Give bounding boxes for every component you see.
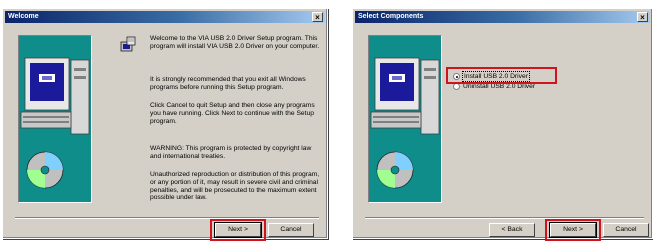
welcome-instructions-text: Click Cancel to quit Setup and then clos…	[150, 102, 315, 125]
close-icon: ×	[315, 13, 320, 22]
select-titlebar[interactable]: Select Components ×	[355, 11, 650, 23]
next-button-highlight	[545, 219, 601, 241]
welcome-titlebar[interactable]: Welcome ×	[5, 11, 325, 23]
welcome-intro-text: Welcome to the VIA USB 2.0 Driver Setup …	[150, 35, 320, 50]
back-button-label: < Back	[501, 226, 523, 233]
welcome-close-button[interactable]: ×	[312, 12, 323, 22]
select-setup-illustration	[368, 35, 442, 203]
select-title: Select Components	[358, 13, 424, 20]
welcome-cancel-button[interactable]: Cancel	[268, 223, 314, 237]
select-close-button[interactable]: ×	[637, 12, 648, 22]
select-cancel-button[interactable]: Cancel	[603, 223, 649, 237]
computer-icon	[370, 57, 440, 189]
cancel-button-label: Cancel	[615, 226, 637, 233]
welcome-setup-illustration	[18, 35, 92, 203]
cancel-button-label: Cancel	[280, 226, 302, 233]
welcome-dialog: Welcome × Welcome to the VIA USB 2.0 Dri…	[2, 8, 328, 241]
welcome-warning-text: WARNING: This program is protected by co…	[150, 145, 312, 160]
select-components-dialog: Select Components × Install USB 2.0 Driv…	[352, 8, 653, 241]
next-button-highlight	[210, 219, 266, 241]
welcome-title: Welcome	[8, 13, 39, 20]
welcome-exit-programs-text: It is strongly recommended that you exit…	[150, 76, 306, 91]
install-option-highlight	[446, 67, 557, 84]
computer-icon	[20, 57, 90, 189]
select-button-divider	[365, 217, 644, 219]
close-icon: ×	[640, 13, 645, 22]
cd-icon	[376, 151, 414, 189]
welcome-button-divider	[15, 217, 319, 219]
radio-icon[interactable]	[453, 83, 460, 90]
cd-icon	[26, 151, 64, 189]
setup-icon	[120, 36, 136, 52]
select-back-button[interactable]: < Back	[489, 223, 535, 237]
welcome-legal-text: Unauthorized reproduction or distributio…	[150, 171, 320, 202]
